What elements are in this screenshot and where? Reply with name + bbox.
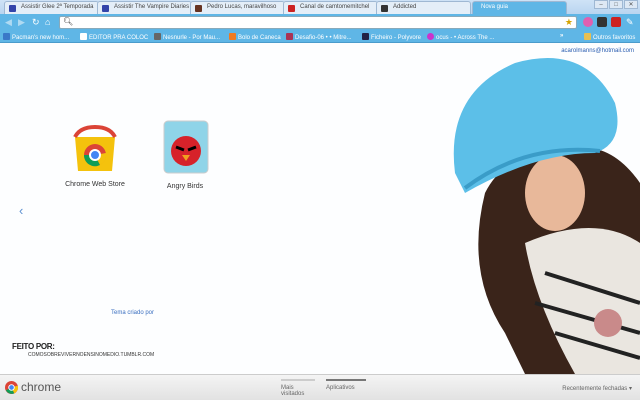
bookmark-favicon-icon [80, 33, 87, 40]
theme-credit-link[interactable]: Tema criado por [111, 310, 154, 316]
tab-favicon-icon [195, 5, 202, 12]
bookmark-favicon-icon [286, 33, 293, 40]
previous-page-chevron-icon[interactable]: ‹ [19, 203, 23, 218]
tab-vampire-diaries[interactable]: Assistir The Vampire Diaries [97, 1, 192, 14]
youtube-icon [288, 5, 295, 12]
ntp-footer: chrome Mais visitados Aplicativos Recent… [0, 374, 640, 400]
blogger-icon [229, 33, 236, 40]
tab-favicon-icon [9, 5, 16, 12]
made-by-label: FEITO POR: [12, 342, 55, 351]
bookmark-label: Bolo de Caneca [238, 35, 281, 41]
bookmark-star-icon[interactable]: ★ [565, 17, 573, 28]
tab-new-tab[interactable]: Nova guia [472, 1, 567, 14]
home-icon[interactable]: ⌂ [45, 17, 50, 27]
bookmark-item[interactable]: Nesnurle - Por Mau... [154, 33, 220, 41]
chrome-logo: chrome [5, 380, 61, 394]
tab-label: Addicted [393, 4, 417, 10]
close-button[interactable]: ✕ [624, 0, 638, 9]
toolbar: ◀ ▶ ↻ ⌂ 🔍︎ ★ ✎ [0, 14, 640, 31]
angry-birds-icon [160, 119, 210, 177]
forward-icon[interactable]: ▶ [18, 17, 25, 28]
chrome-logo-icon [5, 380, 18, 394]
minimize-button[interactable]: – [594, 0, 608, 9]
bookmark-label: Nesnurle - Por Mau... [163, 35, 221, 41]
bookmark-item[interactable]: Desafio-06 • • Mitre... [286, 33, 352, 41]
bookmark-favicon-icon [427, 33, 434, 40]
other-bookmarks-label: Outros favoritos [593, 35, 636, 41]
other-bookmarks-folder[interactable]: Outros favoritos [584, 33, 635, 41]
tab-favicon-icon [102, 5, 109, 12]
app-label: Chrome Web Store [65, 181, 125, 188]
tab-glee[interactable]: Assistir Glee 2ª Temporada [4, 1, 99, 14]
app-label: Angry Birds [166, 183, 204, 190]
new-tab-page: acarolmanns@hotmail.com Chrome Web Store… [0, 43, 640, 374]
bookmark-label: Pacman's new hom... [12, 35, 70, 41]
bookmark-favicon-icon [3, 33, 10, 40]
user-email[interactable]: acarolmanns@hotmail.com [561, 48, 634, 54]
bookmark-item[interactable]: Pacman's new hom... [3, 33, 69, 41]
extension-icon[interactable] [597, 17, 607, 27]
chrome-web-store-icon [70, 123, 120, 175]
tab-label: Assistir The Vampire Diaries [114, 4, 190, 10]
tab-label: Canal de camtomemitchel [300, 4, 370, 10]
extension-icon[interactable] [583, 17, 593, 27]
tab-favicon-icon [381, 5, 388, 12]
bookmarks-bar: Pacman's new hom... EDITOR PRA COLOC Nes… [0, 31, 640, 43]
bookmark-item[interactable]: EDITOR PRA COLOC [80, 33, 148, 41]
extension-icon[interactable] [611, 17, 621, 27]
maximize-button[interactable]: □ [609, 0, 623, 9]
tab-label: Nova guia [481, 4, 509, 10]
bookmarks-overflow-button[interactable]: » [560, 33, 563, 39]
back-icon[interactable]: ◀ [5, 17, 12, 28]
bookmark-item[interactable]: Ficheiro - Polyvore [362, 33, 421, 41]
folder-icon [584, 33, 591, 40]
bookmark-favicon-icon [154, 33, 161, 40]
tab-apps[interactable]: Aplicativos [326, 379, 366, 391]
wrench-icon[interactable]: ✎ [626, 17, 634, 28]
chrome-brand-text: chrome [21, 380, 62, 394]
reload-icon[interactable]: ↻ [32, 17, 40, 28]
tab-label: Pedro Lucas, maravilhoso [207, 4, 277, 10]
app-chrome-web-store[interactable]: Chrome Web Store [60, 123, 130, 188]
theme-background-image [425, 43, 640, 374]
app-angry-birds[interactable]: Angry Birds [150, 119, 220, 190]
tab-most-visited[interactable]: Mais visitados [281, 379, 315, 397]
tab-strip: Assistir Glee 2ª Temporada Assistir The … [0, 0, 640, 14]
polyvore-icon [362, 33, 369, 40]
recently-closed-menu[interactable]: Recentemente fechadas ▾ [562, 385, 632, 392]
bookmark-label: EDITOR PRA COLOC [89, 35, 149, 41]
search-icon: 🔍︎ [63, 17, 74, 26]
bookmark-item[interactable]: ocus - • Across The ... [427, 33, 494, 41]
bookmark-label: ocus - • Across The ... [436, 35, 495, 41]
made-by-url: COMOSOBREVIVERNOENSINOMEDIO.TUMBLR.COM [28, 352, 155, 358]
bookmark-label: Ficheiro - Polyvore [371, 35, 422, 41]
omnibox[interactable]: 🔍︎ ★ [59, 16, 577, 29]
tab-youtube-channel[interactable]: Canal de camtomemitchel [283, 1, 378, 14]
bookmark-label: Desafio-06 • • Mitre... [295, 35, 352, 41]
bookmark-item[interactable]: Bolo de Caneca [229, 33, 281, 41]
tab-pedro-lucas[interactable]: Pedro Lucas, maravilhoso [190, 1, 285, 14]
tab-addicted[interactable]: Addicted [376, 1, 471, 14]
tab-label: Assistir Glee 2ª Temporada [21, 4, 94, 10]
window-controls: – □ ✕ [594, 0, 638, 9]
